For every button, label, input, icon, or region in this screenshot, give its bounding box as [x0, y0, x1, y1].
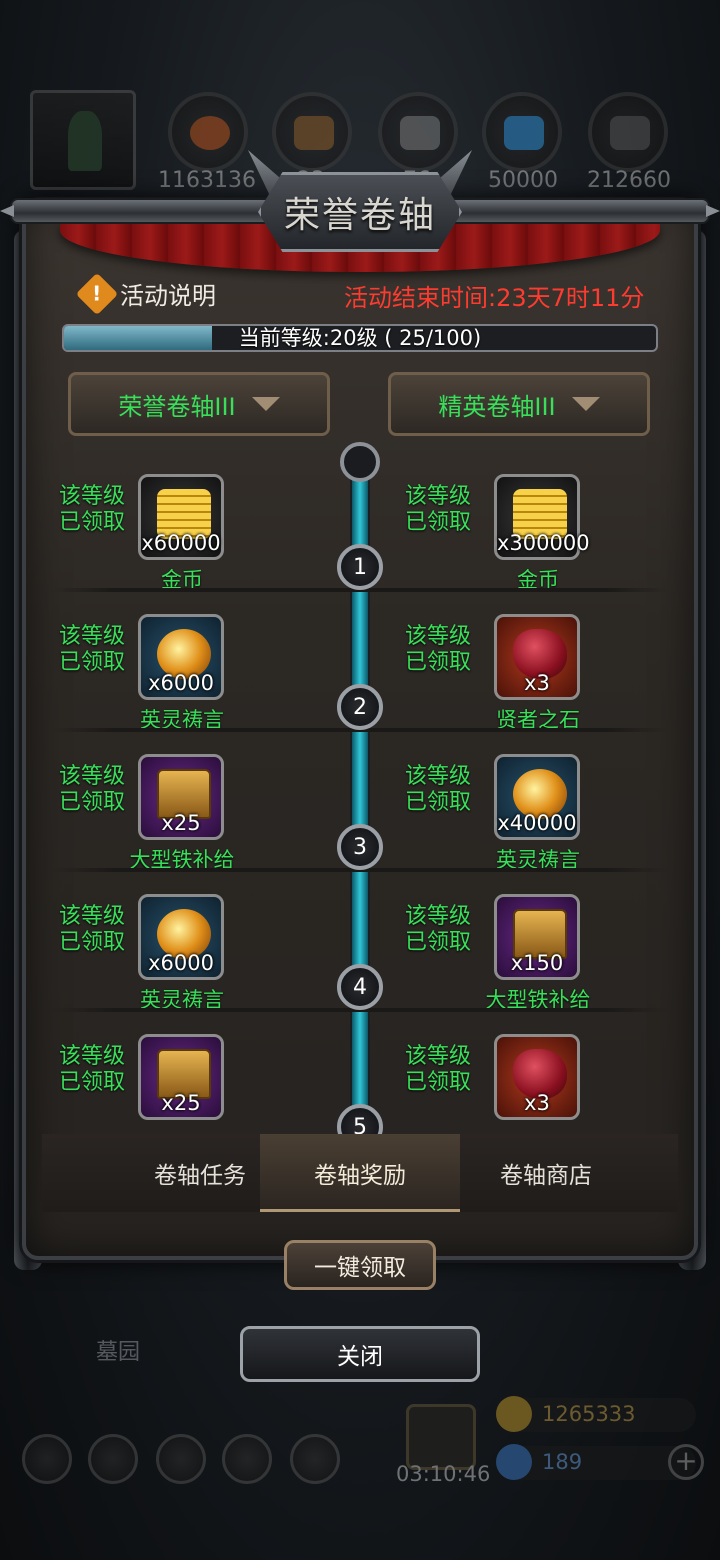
caret-down-icon [571, 397, 600, 411]
claimed-label: 该等级 已领取 [404, 624, 471, 675]
crystal-resource-icon[interactable] [482, 92, 562, 172]
resource-count: 50000 [488, 168, 558, 193]
item-quantity: x40000 [497, 811, 577, 835]
player-avatar[interactable] [30, 90, 136, 190]
gem-icon [496, 1444, 532, 1480]
claimed-label: 该等级 已领取 [58, 624, 125, 675]
alliance-icon[interactable] [290, 1434, 340, 1484]
level-marker: 4 [337, 964, 383, 1010]
gift-icon[interactable] [406, 1404, 476, 1470]
stone-resource-icon[interactable] [378, 92, 458, 172]
item-name: 英灵祷言 [496, 848, 580, 872]
claim-all-button[interactable]: 一键领取 [284, 1240, 436, 1290]
settings-icon[interactable] [22, 1434, 72, 1484]
gift-timer: 03:10:46 [396, 1462, 491, 1486]
wood-resource-icon[interactable] [272, 92, 352, 172]
spike-decoration [706, 205, 720, 217]
graveyard-label[interactable]: 墓园 [96, 1334, 140, 1366]
item-name: 金币 [517, 568, 559, 592]
elite-scroll-dropdown[interactable]: 精英卷轴III [388, 372, 650, 436]
mail-icon[interactable] [222, 1434, 272, 1484]
honor-scroll-dropdown[interactable]: 荣誉卷轴III [68, 372, 330, 436]
dropdown-label: 荣誉卷轴III [118, 392, 236, 421]
item-name: 大型铁补给 [129, 848, 235, 872]
event-info-button[interactable]: ! 活动说明 [75, 272, 216, 315]
tab-scroll-shop[interactable]: 卷轴商店 [446, 1134, 646, 1212]
ranking-icon[interactable] [156, 1434, 206, 1484]
claimed-label: 该等级 已领取 [404, 764, 471, 815]
gold-icon [496, 1396, 532, 1432]
item-name: 金币 [161, 568, 203, 592]
item-name: 贤者之石 [496, 708, 580, 732]
item-name: 大型铁补给 [485, 988, 591, 1012]
claimed-label: 该等级 已领取 [58, 764, 125, 815]
reward-item-gem[interactable]: x3 [494, 614, 580, 700]
meat-resource-icon[interactable] [168, 92, 248, 172]
gem-amount: 189 [542, 1450, 583, 1474]
reward-item-chest[interactable]: x150 [494, 894, 580, 980]
item-quantity: x60000 [141, 531, 221, 555]
warning-icon: ! [75, 272, 119, 315]
claimed-label: 该等级 已领取 [404, 904, 471, 955]
item-quantity: x25 [161, 1091, 201, 1115]
event-end-time: 活动结束时间:23天7时11分 [344, 284, 645, 312]
reward-item-coins[interactable]: x60000 [138, 474, 224, 560]
top-hud: 1163136 23 76 50000 212660 [0, 0, 720, 200]
panel-title-plate: 荣誉卷轴 [258, 172, 462, 252]
claimed-label: 该等级 已领取 [404, 484, 471, 535]
level-marker: 3 [337, 824, 383, 870]
reward-item-chest[interactable]: x25 [138, 1034, 224, 1120]
resource-count: 1163136 [158, 168, 256, 193]
item-quantity: x150 [510, 951, 564, 975]
reward-item-orb[interactable]: x6000 [138, 894, 224, 980]
resource-count: 212660 [587, 168, 671, 193]
reward-item-gem[interactable]: x3 [494, 1034, 580, 1120]
claimed-label: 该等级 已领取 [404, 1044, 471, 1095]
panel-title: 荣誉卷轴 [283, 195, 436, 236]
level-marker: 2 [337, 684, 383, 730]
reward-item-orb[interactable]: x40000 [494, 754, 580, 840]
iron-resource-icon[interactable] [588, 92, 668, 172]
reward-item-orb[interactable]: x6000 [138, 614, 224, 700]
item-quantity: x3 [524, 1091, 550, 1115]
gold-amount: 1265333 [542, 1402, 636, 1426]
claimed-label: 该等级 已领取 [58, 904, 125, 955]
level-progress-bar: 当前等级:20级 ( 25/100) [62, 324, 658, 352]
claimed-label: 该等级 已领取 [58, 484, 125, 535]
reward-item-coins[interactable]: x300000 [494, 474, 590, 560]
star-icon[interactable] [88, 1434, 138, 1484]
bottom-tabs: 卷轴任务 卷轴奖励 卷轴商店 [42, 1134, 678, 1212]
reward-item-chest[interactable]: x25 [138, 754, 224, 840]
event-info-label: 活动说明 [120, 282, 216, 310]
item-quantity: x3 [524, 671, 550, 695]
item-quantity: x300000 [497, 531, 590, 555]
item-name: 英灵祷言 [140, 708, 224, 732]
item-quantity: x6000 [148, 671, 214, 695]
item-name: 英灵祷言 [140, 988, 224, 1012]
spike-decoration [0, 205, 14, 217]
tab-scroll-rewards[interactable]: 卷轴奖励 [260, 1134, 460, 1212]
item-quantity: x6000 [148, 951, 214, 975]
plus-icon[interactable]: + [668, 1444, 704, 1480]
dropdown-label: 精英卷轴III [438, 392, 556, 421]
item-quantity: x25 [161, 811, 201, 835]
bottom-hud: 墓园 03:10:46 1265333 189 + [0, 1300, 720, 1560]
level-marker: 1 [337, 544, 383, 590]
progress-text: 当前等级:20级 ( 25/100) [238, 326, 482, 350]
caret-down-icon [251, 397, 280, 411]
claimed-label: 该等级 已领取 [58, 1044, 125, 1095]
